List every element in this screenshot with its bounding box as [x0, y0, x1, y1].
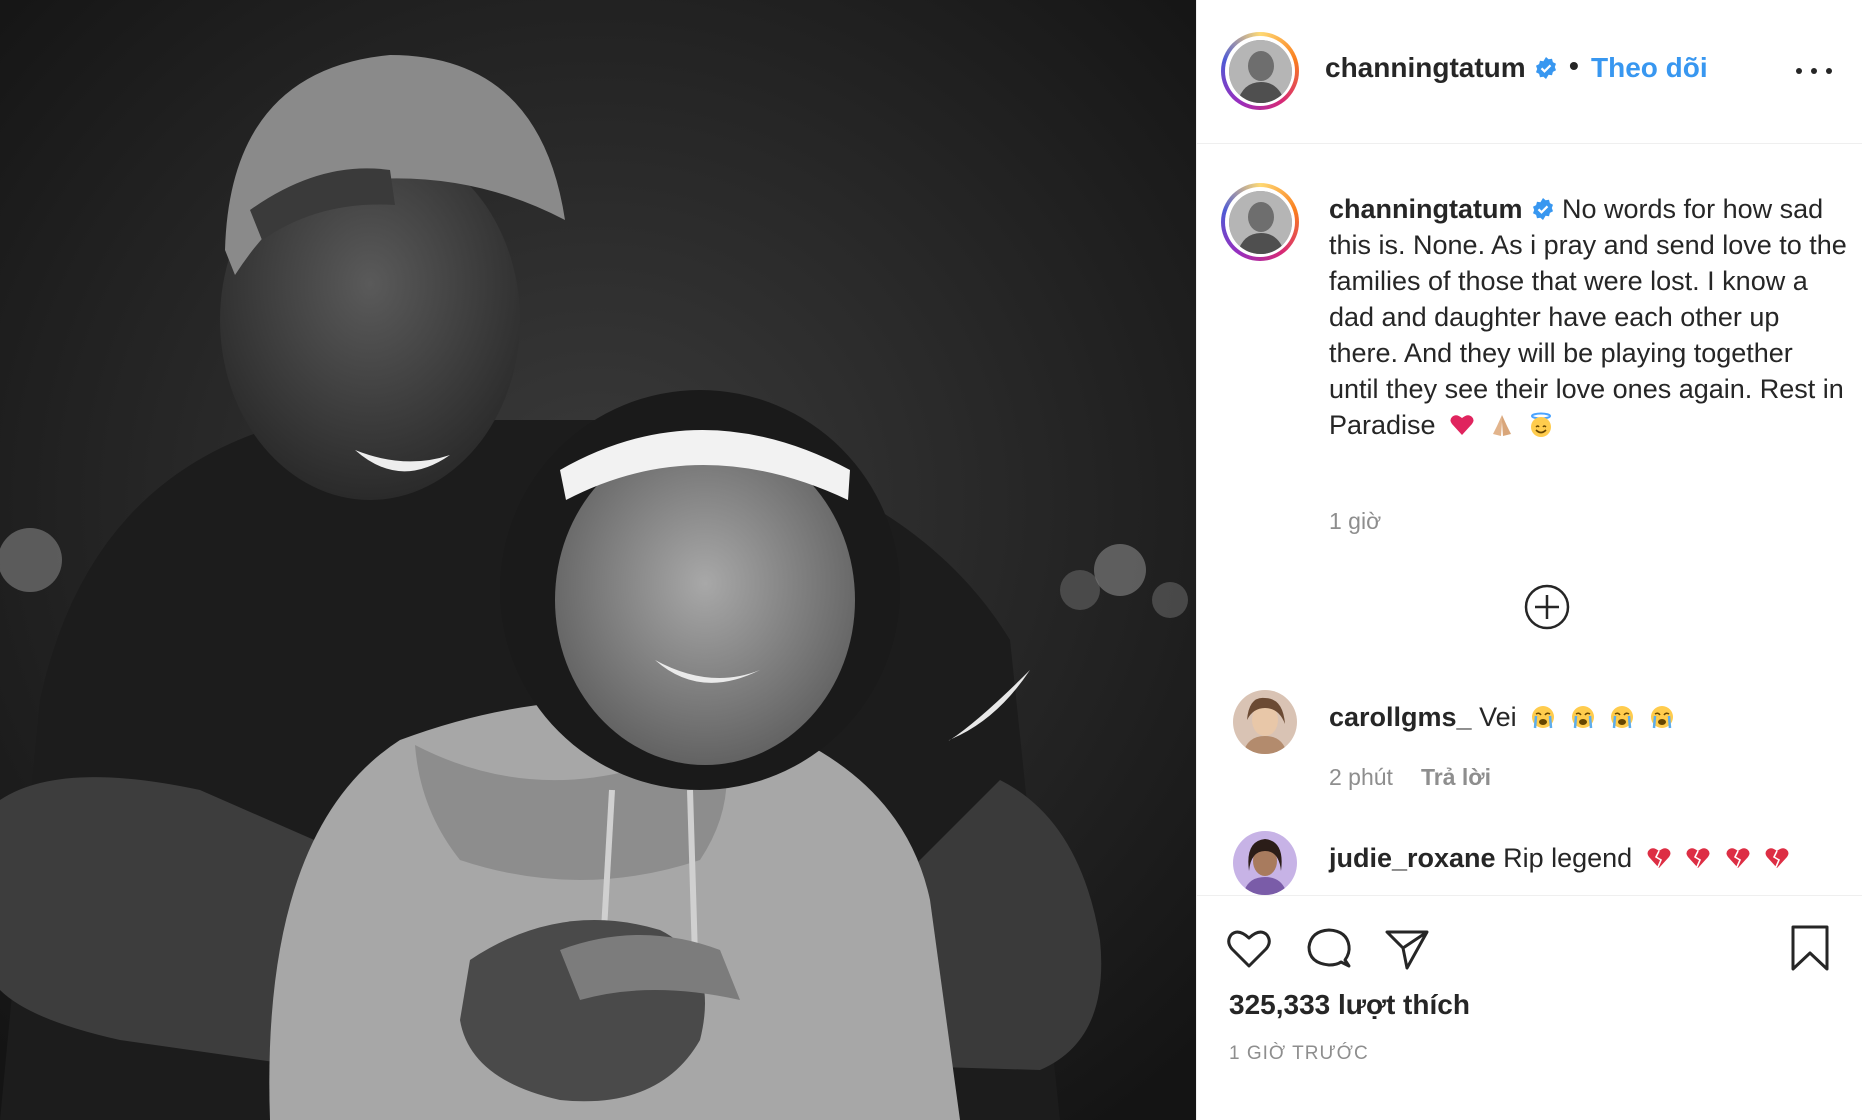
comment-meta: 2 phút Trả lời: [1329, 764, 1491, 791]
author-avatar[interactable]: [1221, 32, 1299, 110]
plus-circle-icon[interactable]: [1523, 583, 1571, 631]
caption-username-link[interactable]: channingtatum: [1329, 194, 1523, 224]
red-heart-emoji-icon: [1450, 415, 1474, 435]
post-photo-illustration: [0, 0, 1196, 1120]
post-photo[interactable]: [0, 0, 1196, 1120]
caption-text: channingtatum No words for how sad this …: [1329, 191, 1849, 443]
comment-body: Rip legend: [1503, 843, 1633, 873]
comment-icon[interactable]: [1303, 922, 1355, 974]
commenter-username-link[interactable]: judie_roxane: [1329, 843, 1496, 873]
author-avatar-image: [1228, 39, 1292, 103]
commenter-avatar[interactable]: [1233, 831, 1297, 895]
folded-hands-emoji-icon: [1492, 415, 1511, 436]
crying-face-emoji-icon: [1611, 706, 1634, 729]
more-options-icon[interactable]: [1796, 56, 1832, 86]
post-timestamp[interactable]: 1 GIỜ TRƯỚC: [1229, 1043, 1369, 1065]
post-actions: 325,333 lượt thích 1 GIỜ TRƯỚC: [1197, 895, 1862, 1120]
smiling-face-with-halo-emoji-icon: [1531, 412, 1552, 437]
crying-face-emoji-icon: [1571, 706, 1594, 729]
heart-icon[interactable]: [1223, 922, 1275, 974]
caption-body: No words for how sad this is. None. As i…: [1329, 194, 1847, 440]
caption-time: 1 giờ: [1329, 508, 1382, 534]
caption-author-avatar[interactable]: [1221, 183, 1299, 261]
header-separator: •: [1569, 50, 1579, 81]
crying-face-emoji-icon: [1650, 706, 1673, 729]
bookmark-icon[interactable]: [1784, 922, 1836, 974]
paper-plane-icon[interactable]: [1381, 922, 1433, 974]
comment-time: 2 phút: [1329, 764, 1393, 790]
like-count[interactable]: 325,333 lượt thích: [1229, 989, 1470, 1021]
post-header: channingtatum • Theo dõi: [1197, 0, 1862, 144]
broken-heart-emoji-icon: [1726, 848, 1750, 868]
follow-button[interactable]: Theo dõi: [1591, 52, 1708, 84]
reply-button[interactable]: Trả lời: [1421, 764, 1491, 790]
post-side-panel: channingtatum • Theo dõi channingtatum N…: [1196, 0, 1862, 1120]
caption-avatar-image: [1228, 190, 1292, 254]
comments-list[interactable]: channingtatum No words for how sad this …: [1197, 143, 1862, 895]
broken-heart-emoji-icon: [1647, 848, 1671, 868]
crying-face-emoji-icon: [1532, 706, 1555, 729]
commenter-avatar[interactable]: [1233, 690, 1297, 754]
instagram-post: channingtatum • Theo dõi channingtatum N…: [0, 0, 1862, 1120]
comment-text: judie_roxane Rip legend: [1329, 843, 1790, 874]
broken-heart-emoji-icon: [1686, 848, 1710, 868]
verified-badge-icon: [1535, 57, 1556, 79]
author-username-link[interactable]: channingtatum: [1325, 52, 1558, 84]
commenter-username-link[interactable]: carollgms_: [1329, 702, 1472, 732]
broken-heart-emoji-icon: [1765, 848, 1789, 868]
comment-text: carollgms_ Vei: [1329, 702, 1675, 733]
verified-badge-icon: [1532, 198, 1553, 220]
comment-body: Vei: [1479, 702, 1517, 732]
